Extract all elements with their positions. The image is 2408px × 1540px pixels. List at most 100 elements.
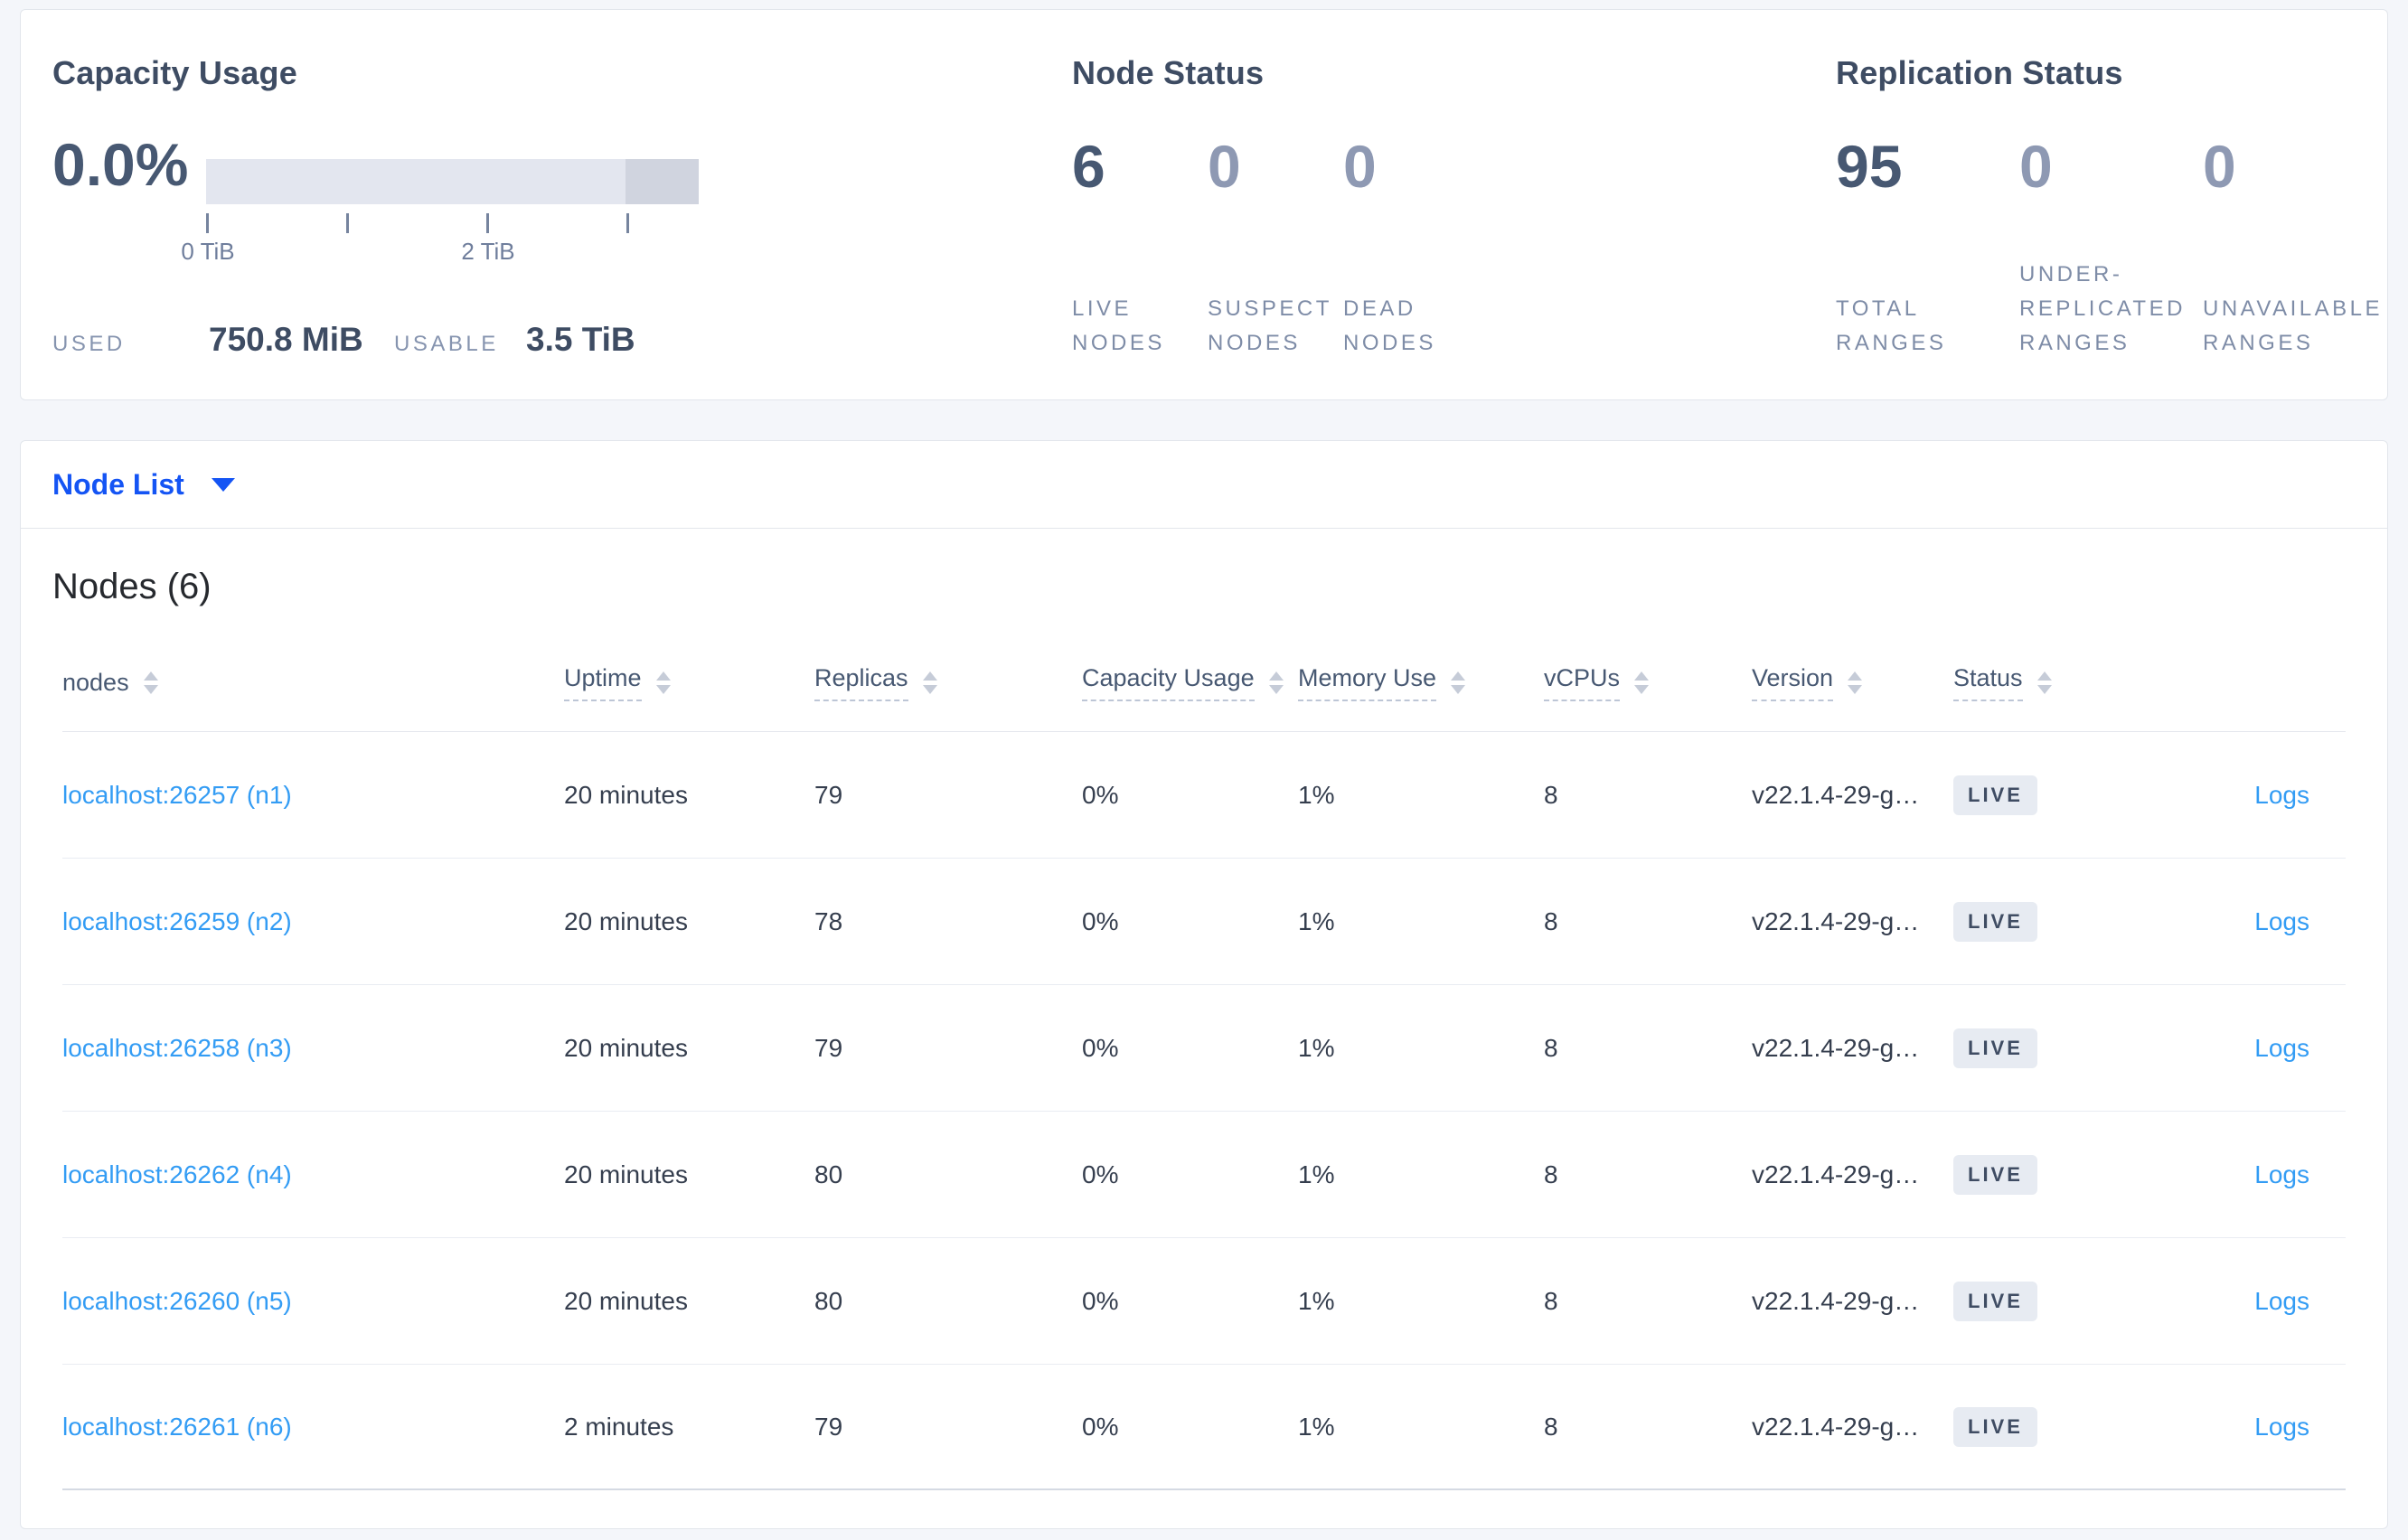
axis-tick-label-0: 0 TiB xyxy=(181,238,235,265)
under-replicated-ranges-stat: 0 UNDER-REPLICATED RANGES xyxy=(2019,136,2182,361)
node-link[interactable]: localhost:26257 (n1) xyxy=(62,781,292,809)
chevron-down-icon[interactable] xyxy=(211,477,235,492)
axis-tick xyxy=(486,213,489,233)
logs-link[interactable]: Logs xyxy=(2254,1413,2309,1441)
total-ranges-label: TOTAL RANGES xyxy=(1836,296,1947,355)
vcpus-cell: 8 xyxy=(1544,1033,1558,1062)
node-status-title: Node Status xyxy=(1072,54,1265,91)
logs-link[interactable]: Logs xyxy=(2254,1034,2309,1062)
logs-link[interactable]: Logs xyxy=(2254,781,2309,809)
node-status-section: Node Status 6 LIVE NODES 0 SUSPECT NODES… xyxy=(1072,53,1831,355)
node-status-stats: 6 LIVE NODES 0 SUSPECT NODES 0 DEAD NODE… xyxy=(1072,136,1461,361)
uptime-cell: 20 minutes xyxy=(564,906,688,935)
live-nodes-label: LIVE NODES xyxy=(1072,296,1165,355)
memory-cell: 1% xyxy=(1298,1033,1335,1062)
node-link[interactable]: localhost:26258 (n3) xyxy=(62,1034,292,1062)
vcpus-cell: 8 xyxy=(1544,780,1558,809)
version-cell: v22.1.4-29-g… xyxy=(1752,906,1920,935)
capacity-bar-other-segment xyxy=(626,159,699,204)
replication-status-section: Replication Status 95 TOTAL RANGES 0 UND… xyxy=(1836,53,2380,355)
axis-tick xyxy=(626,213,629,233)
memory-cell: 1% xyxy=(1298,1160,1335,1188)
column-header-memory-use[interactable]: Memory Use xyxy=(1298,664,1544,701)
dead-nodes-label: DEAD NODES xyxy=(1343,296,1436,355)
sort-icon xyxy=(1848,671,1863,694)
dead-nodes-count: 0 xyxy=(1343,133,1377,200)
capacity-cell: 0% xyxy=(1082,1412,1119,1441)
column-header-vcpus[interactable]: vCPUs xyxy=(1544,664,1752,701)
version-cell: v22.1.4-29-g… xyxy=(1752,1033,1920,1062)
dead-nodes-stat: 0 DEAD NODES xyxy=(1343,136,1461,361)
column-header-nodes[interactable]: nodes xyxy=(62,669,564,697)
nodes-count-heading: Nodes (6) xyxy=(52,567,212,606)
node-link[interactable]: localhost:26259 (n2) xyxy=(62,907,292,935)
table-row: localhost:26262 (n4) 20 minutes 80 0% 1%… xyxy=(62,1112,2346,1238)
live-nodes-count: 6 xyxy=(1072,133,1105,200)
status-badge: LIVE xyxy=(1953,1406,2037,1447)
suspect-nodes-label: SUSPECT NODES xyxy=(1208,296,1332,355)
table-row: localhost:26259 (n2) 20 minutes 78 0% 1%… xyxy=(62,859,2346,985)
used-value: 750.8 MiB xyxy=(209,321,363,358)
logs-link[interactable]: Logs xyxy=(2254,1287,2309,1315)
column-header-uptime[interactable]: Uptime xyxy=(564,664,814,701)
version-cell: v22.1.4-29-g… xyxy=(1752,1160,1920,1188)
column-header-status[interactable]: Status xyxy=(1953,664,2163,701)
sort-icon xyxy=(1634,671,1650,694)
replicas-cell: 79 xyxy=(814,780,843,809)
column-header-replicas[interactable]: Replicas xyxy=(814,664,1082,701)
memory-cell: 1% xyxy=(1298,906,1335,935)
usable-label: USABLE xyxy=(394,332,499,356)
logs-link[interactable]: Logs xyxy=(2254,1160,2309,1188)
vcpus-cell: 8 xyxy=(1544,906,1558,935)
axis-tick xyxy=(346,213,349,233)
capacity-cell: 0% xyxy=(1082,1160,1119,1188)
column-header-version[interactable]: Version xyxy=(1752,664,1953,701)
version-cell: v22.1.4-29-g… xyxy=(1752,780,1920,809)
unavailable-ranges-label: UNAVAILABLE RANGES xyxy=(2203,296,2384,355)
column-header-capacity-usage[interactable]: Capacity Usage xyxy=(1082,664,1298,701)
status-badge: LIVE xyxy=(1953,901,2037,942)
memory-cell: 1% xyxy=(1298,1286,1335,1315)
memory-cell: 1% xyxy=(1298,780,1335,809)
table-row: localhost:26257 (n1) 20 minutes 79 0% 1%… xyxy=(62,732,2346,859)
vcpus-cell: 8 xyxy=(1544,1160,1558,1188)
under-replicated-ranges-count: 0 xyxy=(2019,133,2053,200)
node-link[interactable]: localhost:26262 (n4) xyxy=(62,1160,292,1188)
sort-icon xyxy=(143,671,158,694)
total-ranges-stat: 95 TOTAL RANGES xyxy=(1836,136,1999,361)
replicas-cell: 80 xyxy=(814,1286,843,1315)
replication-stats: 95 TOTAL RANGES 0 UNDER-REPLICATED RANGE… xyxy=(1836,136,2384,361)
cluster-summary-card: Capacity Usage 0.0% 0 TiB 2 TiB USED 750… xyxy=(20,9,2388,400)
unavailable-ranges-stat: 0 UNAVAILABLE RANGES xyxy=(2203,136,2384,361)
node-list-dropdown-bar: Node List xyxy=(21,441,2387,529)
used-label: USED xyxy=(52,332,126,356)
uptime-cell: 20 minutes xyxy=(564,780,688,809)
vcpus-cell: 8 xyxy=(1544,1286,1558,1315)
replicas-cell: 78 xyxy=(814,906,843,935)
status-badge: LIVE xyxy=(1953,1028,2037,1068)
memory-cell: 1% xyxy=(1298,1412,1335,1441)
vcpus-cell: 8 xyxy=(1544,1412,1558,1441)
nodes-table: nodes Uptime Replicas Capacity Usage Mem… xyxy=(62,634,2346,1490)
sort-icon xyxy=(1451,671,1466,694)
replicas-cell: 79 xyxy=(814,1033,843,1062)
sort-icon xyxy=(1268,671,1284,694)
replicas-cell: 80 xyxy=(814,1160,843,1188)
under-replicated-ranges-label: UNDER-REPLICATED RANGES xyxy=(2019,262,2186,355)
node-list-card: Node List Nodes (6) nodes Uptime Replica… xyxy=(20,440,2388,1529)
capacity-stats-row: USED 750.8 MiB USABLE 3.5 TiB xyxy=(52,321,635,359)
capacity-usage-section: Capacity Usage 0.0% 0 TiB 2 TiB USED 750… xyxy=(52,53,1065,358)
status-badge: LIVE xyxy=(1953,775,2037,815)
node-link[interactable]: localhost:26261 (n6) xyxy=(62,1413,292,1441)
usable-value: 3.5 TiB xyxy=(526,321,635,358)
capacity-cell: 0% xyxy=(1082,780,1119,809)
axis-tick xyxy=(206,213,209,233)
sort-icon xyxy=(655,671,671,694)
capacity-cell: 0% xyxy=(1082,906,1119,935)
capacity-usage-title: Capacity Usage xyxy=(52,54,297,91)
logs-link[interactable]: Logs xyxy=(2254,907,2309,935)
node-list-dropdown[interactable]: Node List xyxy=(52,468,184,502)
status-badge: LIVE xyxy=(1953,1281,2037,1321)
node-link[interactable]: localhost:26260 (n5) xyxy=(62,1287,292,1315)
uptime-cell: 20 minutes xyxy=(564,1160,688,1188)
